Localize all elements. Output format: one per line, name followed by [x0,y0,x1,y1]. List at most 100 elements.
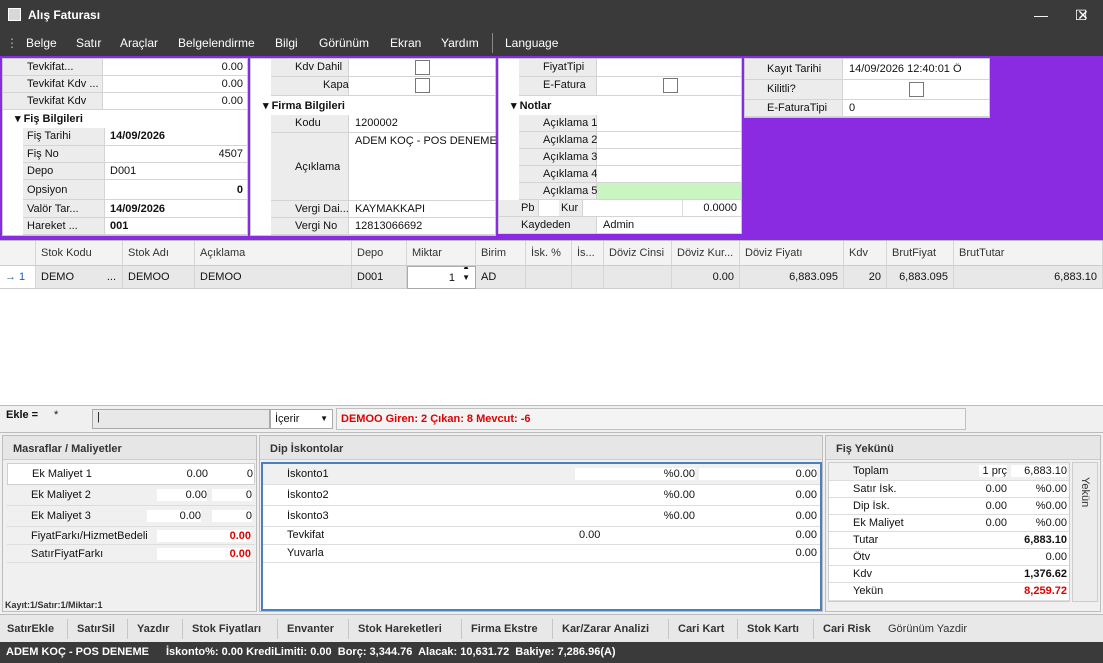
satir-sil-button[interactable]: SatırSil [77,623,115,635]
kodu-value[interactable]: 1200002 [355,117,398,129]
col-birim[interactable]: Birim [476,241,526,266]
col-brut-tutar[interactable]: BrutTutar [954,241,1103,266]
cari-risk-button[interactable]: Cari Risk [823,623,871,635]
menu-belgelendirme[interactable]: Belgelendirme [178,36,255,50]
doviz-kur-cell[interactable]: 0.00 [672,266,740,289]
lookup-ellipsis-icon[interactable]: ... [107,266,116,288]
satir-fiyat-farki-value[interactable]: 0.00 [157,548,251,560]
col-doviz-cinsi[interactable]: Döviz Cinsi [604,241,672,266]
yekun-side-tab[interactable]: Yekün [1072,462,1098,602]
opsiyon-value[interactable]: 0 [237,184,243,196]
aciklama2-field[interactable] [597,132,741,149]
menu-language[interactable]: Language [505,36,558,50]
col-brut-fiyat[interactable]: BrutFiyat [887,241,954,266]
tevkifat-value[interactable]: 0.00 [222,61,243,73]
kaydeden-value[interactable]: Admin [603,219,634,231]
aciklama5-field[interactable] [597,183,741,200]
efatura-tipi-value[interactable]: 0 [849,102,855,114]
pb-field[interactable] [539,200,559,217]
ek-maliyet-2-amount[interactable]: 0.00 [157,489,207,501]
iskonto3-pct[interactable]: %0.00 [575,510,695,522]
spin-up-icon[interactable]: ▲ [462,267,470,272]
close-button[interactable]: ✕ [1063,2,1103,28]
envanter-button[interactable]: Envanter [287,623,334,635]
table-row-stok-kodu[interactable]: DEMO... [36,266,123,289]
stok-hareketleri-button[interactable]: Stok Hareketleri [358,623,442,635]
ek-maliyet-2-pct[interactable]: 0 [212,489,252,501]
brut-fiyat-cell[interactable]: 6,883.095 [887,266,954,289]
doviz-fiyati-cell[interactable]: 6,883.095 [740,266,844,289]
ekle-input[interactable]: | [92,409,270,429]
col-miktar[interactable]: Miktar [407,241,476,266]
gorunum-yazdir-button[interactable]: Görünüm Yazdir [888,623,967,635]
vergi-daire-value[interactable]: KAYMAKKAPI [355,203,425,215]
is-cell[interactable] [572,266,604,289]
col-aciklama[interactable]: Açıklama [195,241,352,266]
menu-yardim[interactable]: Yardım [441,36,479,50]
kayit-tarihi-value[interactable]: 14/09/2026 12:40:01 Ö [849,63,962,75]
stok-karti-button[interactable]: Stok Kartı [747,623,799,635]
fis-tarihi-value[interactable]: 14/09/2026 [110,130,165,142]
col-isk-pct[interactable]: İsk. % [526,241,572,266]
col-stok-adi[interactable]: Stok Adı [123,241,195,266]
tevkifat-dip-v1[interactable]: 0.00 [579,529,600,541]
col-depo[interactable]: Depo [352,241,407,266]
aciklama1-field[interactable] [597,115,741,132]
kur-value[interactable]: 0.0000 [703,202,737,214]
fis-bilgileri-section[interactable]: ▾ Fiş Bilgileri [15,112,83,125]
spin-down-icon[interactable]: ▼ [462,273,470,283]
col-doviz-kur[interactable]: Döviz Kur... [672,241,740,266]
menu-ekran[interactable]: Ekran [390,36,421,50]
pb-select[interactable] [583,200,683,217]
tevkifat-kdv1-value[interactable]: 0.00 [222,78,243,90]
ekle-mode-select[interactable]: İçerir ▼ [270,409,333,429]
menu-gorunum[interactable]: Görünüm [319,36,369,50]
menu-araclar[interactable]: Araçlar [120,36,158,50]
kdv-cell[interactable]: 20 [844,266,887,289]
firma-ekstre-button[interactable]: Firma Ekstre [471,623,538,635]
notlar-section[interactable]: ▾ Notlar [511,99,551,112]
kilitli-checkbox[interactable] [909,82,924,97]
ek-maliyet-3-pct[interactable]: 0 [212,510,252,522]
cari-kart-button[interactable]: Cari Kart [678,623,724,635]
efatura-checkbox[interactable] [663,78,678,93]
menu-belge[interactable]: Belge [26,36,57,50]
depo-value[interactable]: D001 [110,165,136,177]
col-kdv[interactable]: Kdv [844,241,887,266]
aciklama4-field[interactable] [597,166,741,183]
iskonto1-pct[interactable]: %0.00 [575,468,695,480]
fis-no-value[interactable]: 4507 [219,148,243,160]
aciklama-cell[interactable]: DEMOO [195,266,352,289]
iskonto3-value[interactable]: 0.00 [699,510,817,522]
aciklama-value[interactable]: ADEM KOÇ - POS DENEME [355,135,497,147]
depo-cell[interactable]: D001 [352,266,407,289]
ek-maliyet-3-amount[interactable]: 0.00 [147,510,201,522]
aciklama3-field[interactable] [597,149,741,166]
isk-cell[interactable] [526,266,572,289]
yuvarla-value[interactable]: 0.00 [699,547,817,559]
iskonto2-value[interactable]: 0.00 [699,489,817,501]
ek-maliyet-1-amount[interactable]: 0.00 [158,468,208,480]
satir-ekle-button[interactable]: SatırEkle [7,623,54,635]
yazdir-button[interactable]: Yazdır [137,623,169,635]
hareket-value[interactable]: 001 [110,220,128,232]
kapali-checkbox[interactable] [415,78,430,93]
miktar-spin[interactable]: 1 ▲ ▼ [407,266,476,289]
kar-zarar-analizi-button[interactable]: Kar/Zarar Analizi [562,623,649,635]
birim-cell[interactable]: AD [476,266,526,289]
tevkifat-dip-v2[interactable]: 0.00 [699,529,817,541]
fiyat-farki-value[interactable]: 0.00 [157,530,251,542]
col-doviz-fiyati[interactable]: Döviz Fiyatı [740,241,844,266]
valor-tarihi-value[interactable]: 14/09/2026 [110,203,165,215]
vergi-no-value[interactable]: 12813066692 [355,220,422,232]
menu-bilgi[interactable]: Bilgi [275,36,298,50]
kdv-dahil-checkbox[interactable] [415,60,430,75]
col-is[interactable]: İs... [572,241,604,266]
iskonto1-value[interactable]: 0.00 [699,468,817,480]
col-stok-kodu[interactable]: Stok Kodu [36,241,123,266]
brut-tutar-cell[interactable]: 6,883.10 [954,266,1103,289]
doviz-cinsi-cell[interactable] [604,266,672,289]
stok-adi-cell[interactable]: DEMOO [123,266,195,289]
tevkifat-kdv2-value[interactable]: 0.00 [222,95,243,107]
firma-bilgileri-section[interactable]: ▾ Firma Bilgileri [263,99,345,112]
